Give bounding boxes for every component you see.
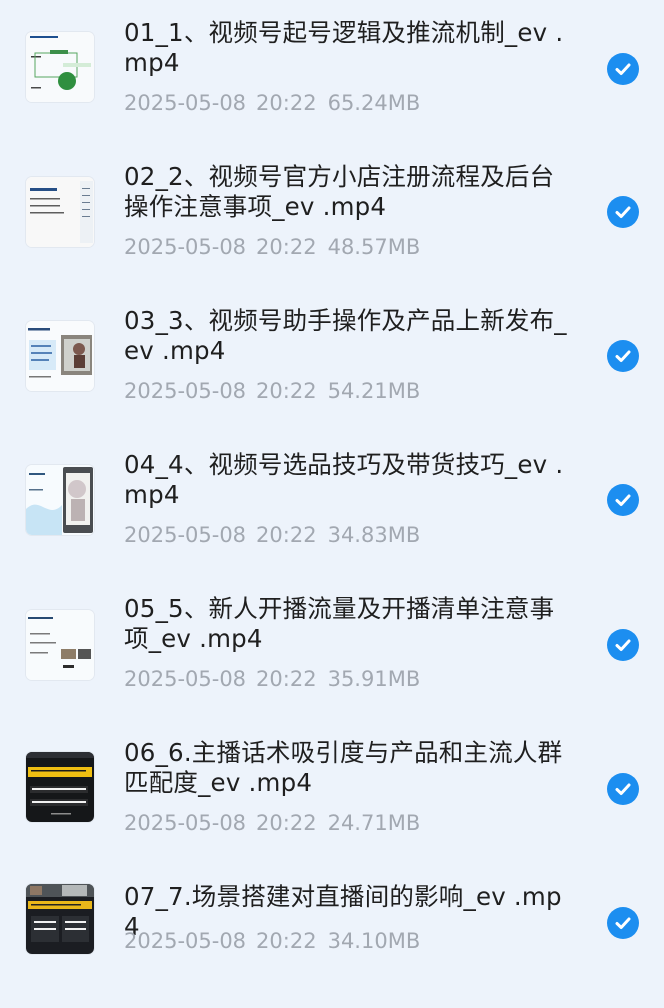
selection-checkbox[interactable] bbox=[607, 629, 639, 661]
selection-checkbox[interactable] bbox=[607, 340, 639, 372]
file-row-02[interactable]: 02_2、视频号官方小店注册流程及后台操作注意事项_ev .mp4 2025-0… bbox=[0, 144, 664, 288]
file-date: 2025-05-08 bbox=[124, 667, 247, 691]
checkmark-icon bbox=[615, 917, 631, 929]
file-size: 34.83MB bbox=[327, 523, 421, 547]
video-thumbnail[interactable] bbox=[26, 321, 94, 391]
selection-checkbox[interactable] bbox=[607, 53, 639, 85]
file-row-04[interactable]: 04_4、视频号选品技巧及带货技巧_ev .mp4 2025-05-08 20:2… bbox=[0, 432, 664, 576]
file-time: 20:22 bbox=[256, 929, 317, 953]
selection-checkbox[interactable] bbox=[607, 773, 639, 805]
file-list: 01_1、视频号起号逻辑及推流机制_ev .mp4 2025-05-08 20:2… bbox=[0, 0, 664, 977]
file-row-07[interactable]: 07_7.场景搭建对直播间的影响_ev .mp4 2025-05-08 20:22… bbox=[0, 864, 664, 1008]
file-size: 34.10MB bbox=[327, 929, 421, 953]
file-name[interactable]: 05_5、新人开播流量及开播清单注意事项_ev .mp4 bbox=[124, 594, 574, 654]
file-size: 24.71MB bbox=[327, 811, 421, 835]
file-meta: 2025-05-08 20:22 48.57MB bbox=[124, 233, 420, 261]
file-date: 2025-05-08 bbox=[124, 523, 247, 547]
file-row-06[interactable]: 06_6.主播话术吸引度与产品和主流人群匹配度_ev .mp4 2025-05-… bbox=[0, 720, 664, 864]
checkmark-icon bbox=[615, 494, 631, 506]
file-time: 20:22 bbox=[256, 667, 317, 691]
file-size: 48.57MB bbox=[327, 235, 421, 259]
flowchart-slide-thumbnail bbox=[26, 32, 94, 102]
file-meta: 2025-05-08 20:22 24.71MB bbox=[124, 809, 420, 837]
file-row-01[interactable]: 01_1、视频号起号逻辑及推流机制_ev .mp4 2025-05-08 20:2… bbox=[0, 0, 664, 144]
file-name[interactable]: 02_2、视频号官方小店注册流程及后台操作注意事项_ev .mp4 bbox=[124, 162, 574, 222]
checkmark-icon bbox=[615, 783, 631, 795]
file-name[interactable]: 04_4、视频号选品技巧及带货技巧_ev .mp4 bbox=[124, 450, 574, 510]
video-thumbnail[interactable] bbox=[26, 884, 94, 954]
file-date: 2025-05-08 bbox=[124, 811, 247, 835]
file-name[interactable]: 01_1、视频号起号逻辑及推流机制_ev .mp4 bbox=[124, 18, 574, 78]
checkmark-icon bbox=[615, 639, 631, 651]
video-thumbnail[interactable] bbox=[26, 32, 94, 102]
selection-checkbox[interactable] bbox=[607, 484, 639, 516]
file-date: 2025-05-08 bbox=[124, 91, 247, 115]
file-time: 20:22 bbox=[256, 811, 317, 835]
file-row-05[interactable]: 05_5、新人开播流量及开播清单注意事项_ev .mp4 2025-05-08 2… bbox=[0, 576, 664, 720]
file-name[interactable]: 06_6.主播话术吸引度与产品和主流人群匹配度_ev .mp4 bbox=[124, 738, 574, 798]
phone-slide-thumbnail bbox=[26, 465, 94, 535]
text-slide-thumbnail bbox=[26, 177, 94, 247]
checkmark-icon bbox=[615, 206, 631, 218]
video-thumbnail[interactable] bbox=[26, 610, 94, 680]
checkmark-icon bbox=[615, 350, 631, 362]
video-thumbnail[interactable] bbox=[26, 752, 94, 822]
file-meta: 2025-05-08 20:22 54.21MB bbox=[124, 377, 420, 405]
selection-checkbox[interactable] bbox=[607, 196, 639, 228]
file-date: 2025-05-08 bbox=[124, 379, 247, 403]
screenshot-slide-thumbnail bbox=[26, 321, 94, 391]
dark-photo-slide-thumbnail bbox=[26, 884, 94, 954]
video-thumbnail[interactable] bbox=[26, 177, 94, 247]
file-meta: 2025-05-08 20:22 35.91MB bbox=[124, 665, 420, 693]
video-thumbnail[interactable] bbox=[26, 465, 94, 535]
file-date: 2025-05-08 bbox=[124, 235, 247, 259]
file-row-03[interactable]: 03_3、视频号助手操作及产品上新发布_ev .mp4 2025-05-08 20… bbox=[0, 288, 664, 432]
checklist-slide-thumbnail bbox=[26, 610, 94, 680]
file-time: 20:22 bbox=[256, 523, 317, 547]
file-size: 65.24MB bbox=[327, 91, 421, 115]
file-size: 35.91MB bbox=[327, 667, 421, 691]
file-meta: 2025-05-08 20:22 34.10MB bbox=[124, 927, 420, 955]
file-time: 20:22 bbox=[256, 235, 317, 259]
file-name[interactable]: 03_3、视频号助手操作及产品上新发布_ev .mp4 bbox=[124, 306, 574, 366]
file-meta: 2025-05-08 20:22 34.83MB bbox=[124, 521, 420, 549]
file-time: 20:22 bbox=[256, 91, 317, 115]
file-meta: 2025-05-08 20:22 65.24MB bbox=[124, 89, 420, 117]
file-size: 54.21MB bbox=[327, 379, 421, 403]
checkmark-icon bbox=[615, 63, 631, 75]
file-time: 20:22 bbox=[256, 379, 317, 403]
selection-checkbox[interactable] bbox=[607, 907, 639, 939]
dark-slide-thumbnail bbox=[26, 752, 94, 822]
file-date: 2025-05-08 bbox=[124, 929, 247, 953]
